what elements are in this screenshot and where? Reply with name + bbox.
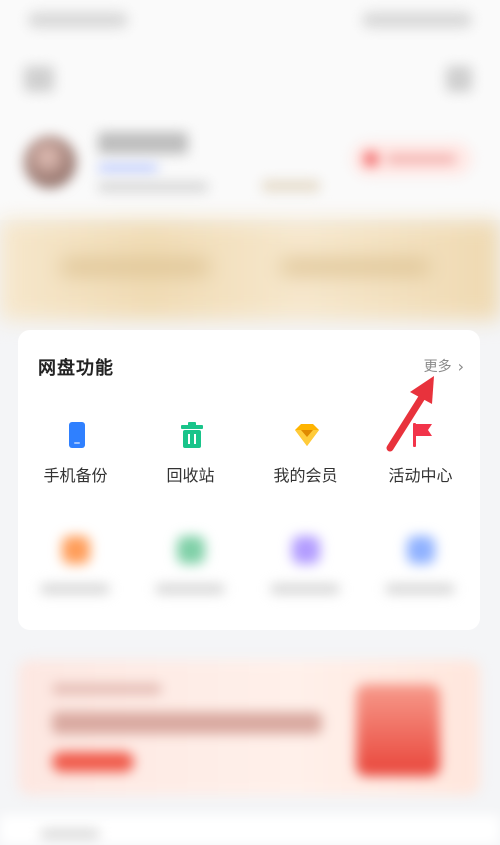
cloud-features-card: 网盘功能 更多 › 手机备份 回收站 我的会员 活动中心	[18, 330, 480, 630]
user-storage-text	[98, 182, 208, 192]
more-label: 更多	[423, 359, 452, 375]
blue-bow-icon	[407, 536, 435, 564]
user-level-badge	[262, 180, 320, 192]
feature-label: 回收站	[166, 466, 215, 485]
promo-title	[52, 712, 322, 734]
feature-label: 手机备份	[43, 466, 108, 485]
settings-icon[interactable]	[446, 66, 472, 92]
feature-blurred-2[interactable]	[133, 536, 248, 616]
feature-phone-backup[interactable]: 手机备份	[18, 420, 133, 500]
flag-icon	[413, 423, 432, 447]
avatar[interactable]	[24, 136, 76, 188]
orange-flame-icon	[62, 536, 90, 564]
banner-text-left	[60, 260, 210, 274]
promo-banner[interactable]	[18, 660, 480, 795]
feature-blurred-1[interactable]	[18, 536, 133, 616]
trash-icon	[181, 422, 203, 448]
gift-box-icon	[356, 684, 440, 776]
user-storage-bar	[98, 164, 158, 172]
phone-backup-icon	[69, 422, 85, 448]
header	[0, 40, 500, 220]
promo-subtitle	[52, 684, 162, 694]
status-time	[28, 12, 128, 28]
vip-icon	[364, 152, 378, 166]
feature-my-membership[interactable]: 我的会员	[248, 420, 363, 500]
green-folder-icon	[177, 536, 205, 564]
feature-row-blurred	[18, 536, 480, 616]
feature-label: 我的会员	[273, 466, 338, 485]
feature-label: 活动中心	[388, 466, 453, 485]
feature-label-placeholder	[385, 584, 455, 594]
feature-recycle-bin[interactable]: 回收站	[133, 420, 248, 500]
vip-label	[386, 154, 456, 164]
banner-text-right	[280, 260, 430, 274]
more-link[interactable]: 更多 ›	[424, 356, 464, 376]
menu-icon[interactable]	[24, 66, 54, 92]
section-title-placeholder	[40, 829, 100, 839]
feature-label-placeholder	[270, 584, 340, 594]
feature-blurred-4[interactable]	[363, 536, 478, 616]
feature-activity-center[interactable]: 活动中心	[363, 420, 478, 500]
feature-label-placeholder	[40, 584, 110, 594]
feature-blurred-3[interactable]	[248, 536, 363, 616]
username	[98, 132, 188, 154]
status-indicators	[362, 12, 472, 28]
diamond-icon	[295, 424, 319, 446]
chevron-right-icon: ›	[457, 356, 464, 376]
membership-banner[interactable]	[0, 220, 500, 320]
promo-button[interactable]	[52, 752, 134, 772]
vip-button[interactable]	[352, 142, 472, 176]
next-section	[0, 815, 500, 845]
status-bar	[0, 0, 500, 40]
card-title: 网盘功能	[38, 358, 114, 379]
purple-download-icon	[292, 536, 320, 564]
feature-row: 手机备份 回收站 我的会员 活动中心	[18, 420, 480, 500]
feature-label-placeholder	[155, 584, 225, 594]
